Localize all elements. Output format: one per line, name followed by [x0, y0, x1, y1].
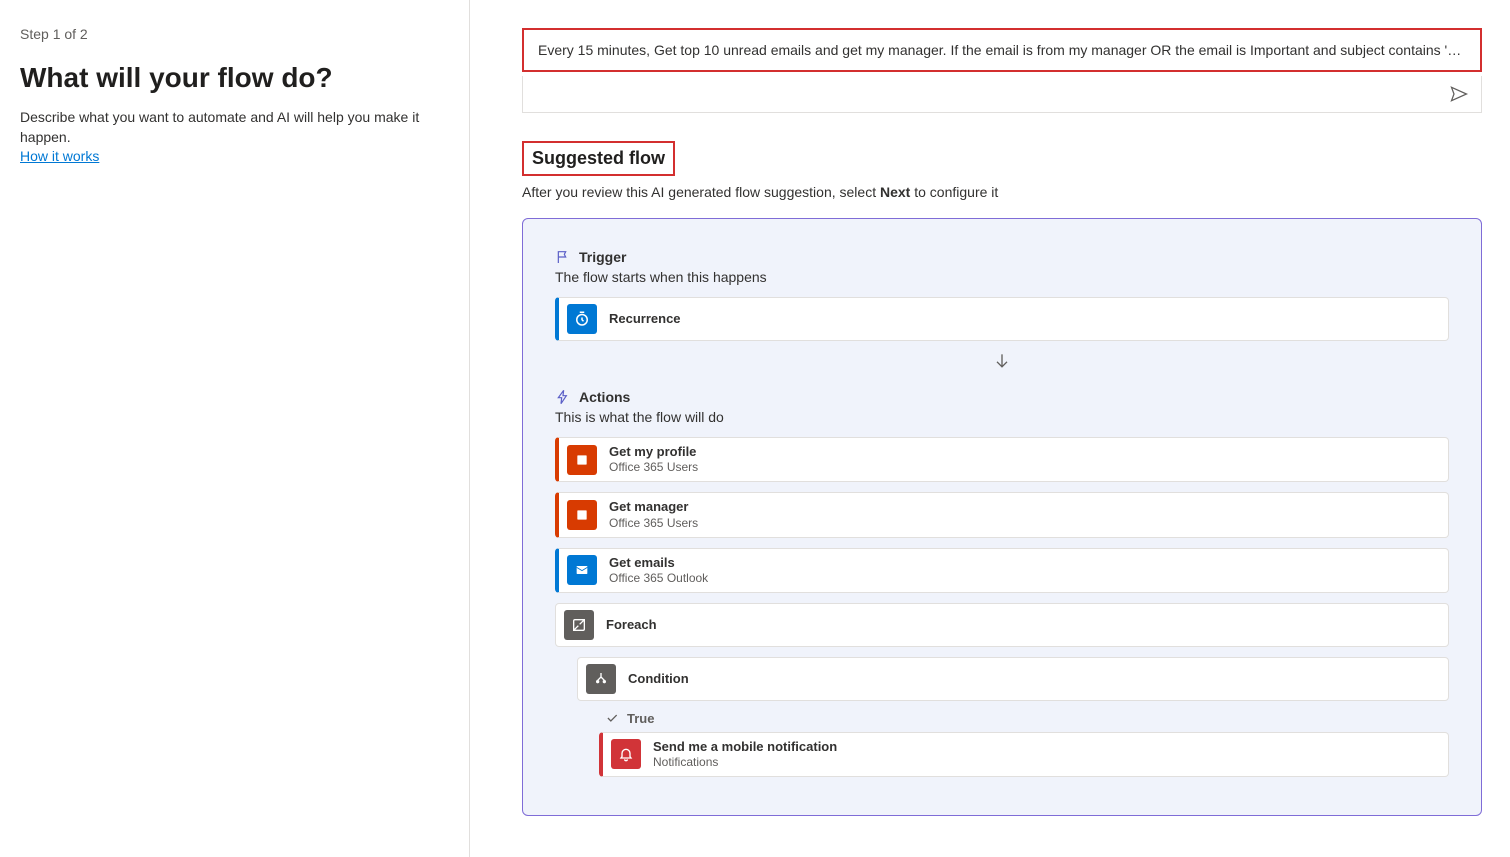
actions-subtext: This is what the flow will do: [555, 409, 1449, 425]
suggested-sub-suffix: to configure it: [910, 184, 998, 200]
left-pane: Step 1 of 2 What will your flow do? Desc…: [0, 0, 470, 857]
trigger-title: Recurrence: [609, 311, 681, 327]
condition-true-branch: True: [605, 711, 1449, 726]
action-title: Get manager: [609, 499, 698, 515]
suggested-sub-prefix: After you review this AI generated flow …: [522, 184, 880, 200]
arrow-down-icon: [992, 351, 1012, 371]
check-icon: [605, 711, 619, 725]
clock-icon: [567, 304, 597, 334]
control-card-condition[interactable]: Condition: [577, 657, 1449, 701]
action-card-get-manager[interactable]: Get manager Office 365 Users: [555, 492, 1449, 537]
right-pane: Every 15 minutes, Get top 10 unread emai…: [470, 0, 1510, 857]
office-users-icon: [567, 500, 597, 530]
office-users-icon: [567, 445, 597, 475]
action-service: Office 365 Users: [609, 516, 698, 531]
suggested-flow-subtext: After you review this AI generated flow …: [522, 184, 1482, 200]
send-icon[interactable]: [1449, 84, 1469, 104]
branch-icon: [586, 664, 616, 694]
actions-label: Actions: [579, 389, 630, 405]
how-it-works-link[interactable]: How it works: [20, 148, 99, 164]
trigger-section-header: Trigger: [555, 249, 1449, 265]
page-title: What will your flow do?: [20, 62, 449, 94]
prompt-input-highlight: Every 15 minutes, Get top 10 unread emai…: [522, 28, 1482, 72]
action-title: Get emails: [609, 555, 708, 571]
suggested-flow-heading: Suggested flow: [522, 141, 675, 176]
condition-title: Condition: [628, 671, 689, 687]
action-service: Office 365 Outlook: [609, 571, 708, 586]
true-label: True: [627, 711, 654, 726]
loop-icon: [564, 610, 594, 640]
bell-icon: [611, 739, 641, 769]
page-description: Describe what you want to automate and A…: [20, 108, 449, 167]
lightning-icon: [555, 389, 571, 405]
suggested-flow-section: Suggested flow After you review this AI …: [522, 141, 1482, 816]
description-text: Describe what you want to automate and A…: [20, 109, 419, 145]
trigger-subtext: The flow starts when this happens: [555, 269, 1449, 285]
trigger-label: Trigger: [579, 249, 626, 265]
notify-title: Send me a mobile notification: [653, 739, 837, 755]
action-service: Office 365 Users: [609, 460, 698, 475]
flow-arrow: [555, 351, 1449, 371]
foreach-title: Foreach: [606, 617, 657, 633]
outlook-icon: [567, 555, 597, 585]
prompt-input[interactable]: Every 15 minutes, Get top 10 unread emai…: [524, 30, 1480, 70]
action-card-send-notification[interactable]: Send me a mobile notification Notificati…: [599, 732, 1449, 777]
suggested-sub-bold: Next: [880, 184, 910, 200]
action-title: Get my profile: [609, 444, 698, 460]
action-card-get-emails[interactable]: Get emails Office 365 Outlook: [555, 548, 1449, 593]
control-card-foreach[interactable]: Foreach: [555, 603, 1449, 647]
notify-service: Notifications: [653, 755, 837, 770]
prompt-toolbar: [522, 76, 1482, 113]
actions-section-header: Actions: [555, 389, 1449, 405]
flow-card: Trigger The flow starts when this happen…: [522, 218, 1482, 816]
step-indicator: Step 1 of 2: [20, 26, 449, 42]
flag-icon: [555, 249, 571, 265]
action-card-get-my-profile[interactable]: Get my profile Office 365 Users: [555, 437, 1449, 482]
trigger-card-recurrence[interactable]: Recurrence: [555, 297, 1449, 341]
